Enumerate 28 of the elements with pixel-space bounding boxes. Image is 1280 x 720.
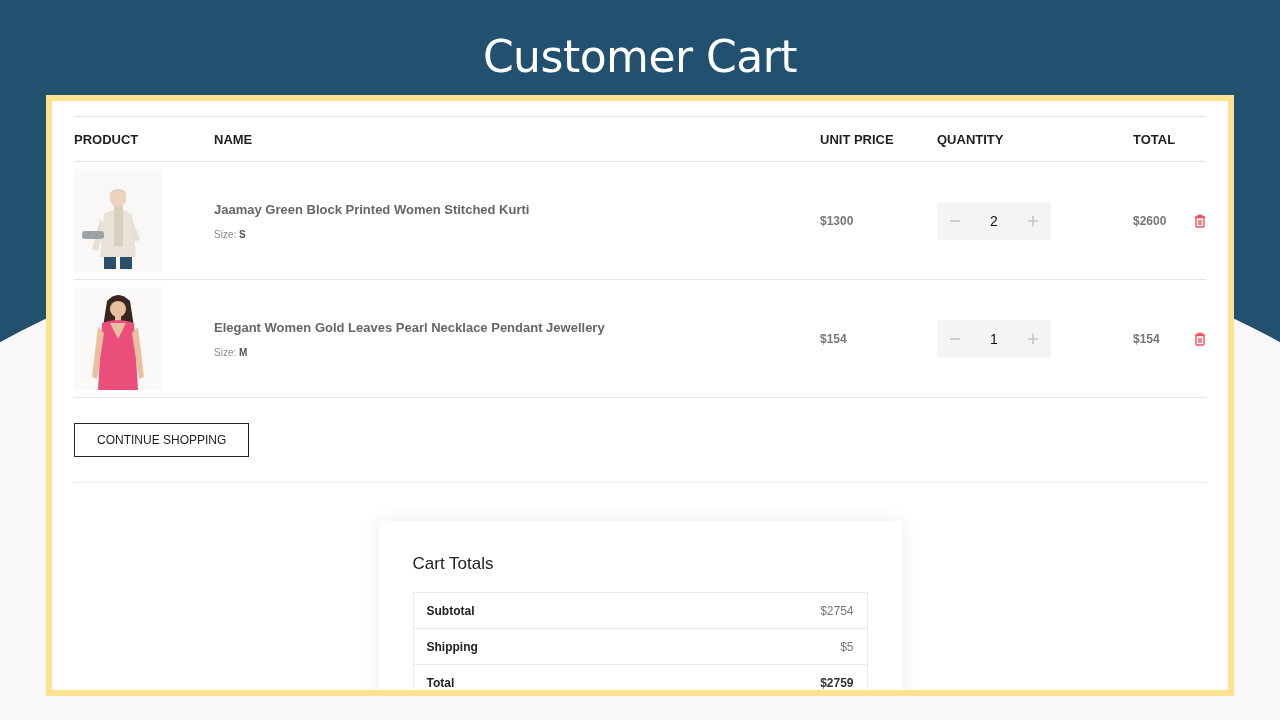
line-total: $2600 — [1133, 213, 1168, 228]
continue-shopping-button[interactable]: CONTINUE SHOPPING — [74, 423, 250, 457]
trash-icon[interactable] — [1194, 213, 1206, 228]
unit-price: $1300 — [820, 213, 855, 228]
quantity-value: 2 — [990, 212, 998, 229]
line-total: $154 — [1133, 331, 1161, 346]
column-header: PRODUCT — [74, 131, 140, 147]
column-header: NAME — [214, 131, 254, 147]
plus-icon[interactable] — [1027, 214, 1039, 227]
totals-label: Subtotal — [426, 603, 475, 618]
product-name: Jaamay Green Block Printed Women Stitched Kurti — [214, 201, 531, 217]
totals-label: Total — [426, 675, 455, 690]
column-header: UNIT PRICE — [820, 131, 895, 147]
unit-price: $154 — [820, 331, 848, 346]
slide-title: Customer Cart — [482, 30, 798, 84]
quantity-value: 1 — [990, 330, 998, 347]
totals-value: $5 — [840, 639, 854, 654]
plus-icon[interactable] — [1027, 332, 1039, 345]
product-size: Size: S — [214, 228, 247, 240]
column-header: QUANTITY — [937, 131, 1005, 147]
trash-icon[interactable] — [1194, 331, 1206, 346]
product-name: Elegant Women Gold Leaves Pearl Necklace Pendant Jewellery — [214, 319, 606, 335]
totals-value: $2754 — [820, 603, 854, 618]
totals-label: Shipping — [426, 639, 478, 654]
cart-totals-title: Cart Totals — [412, 554, 495, 574]
product-size: Size: M — [214, 346, 249, 358]
column-header: TOTAL — [1133, 131, 1177, 147]
totals-value: $2759 — [820, 675, 854, 690]
